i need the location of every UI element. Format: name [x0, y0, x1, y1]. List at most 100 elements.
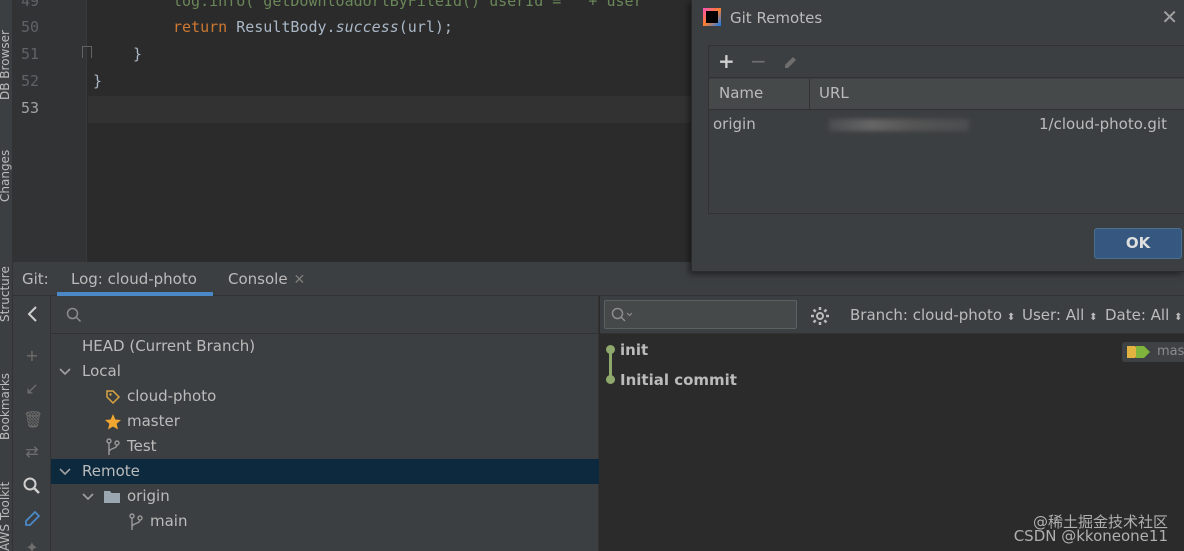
column-header-url[interactable]: URL [819, 84, 849, 102]
tree-item-head[interactable]: HEAD (Current Branch) [51, 334, 599, 359]
remotes-table-header: Name URL [709, 79, 1184, 110]
code-text: (url); [398, 18, 453, 36]
tree-item-label: Test [127, 437, 157, 455]
tree-item-branch[interactable]: master [51, 409, 599, 434]
method-name: success [335, 18, 399, 36]
commit-row[interactable]: init [600, 335, 1184, 365]
close-icon[interactable]: ✕ [1161, 5, 1178, 29]
delete-icon[interactable]: 🗑 [23, 411, 43, 429]
tree-item-label: Remote [82, 462, 140, 480]
edit-icon[interactable] [783, 54, 799, 70]
search-icon [66, 307, 82, 323]
changes-tab[interactable]: Changes [0, 150, 12, 202]
watermark: CSDN @kkoneone11 [1013, 527, 1168, 545]
branch-filter[interactable]: Branch: cloud-photo ⬍ [850, 306, 1015, 324]
tree-item-label: origin [127, 487, 170, 505]
add-icon[interactable]: + [718, 50, 735, 72]
user-filter-label: User: All [1022, 306, 1085, 324]
edit-icon[interactable] [23, 510, 41, 528]
line-number-gutter: 49 50 51 52 53 [13, 0, 87, 262]
tab-console[interactable]: Console ✕ [228, 270, 305, 288]
date-filter-label: Date: All [1105, 306, 1170, 324]
tool-window-strip: DB Browser Changes Structure Bookmarks A… [0, 0, 13, 551]
tag-icon [106, 390, 121, 405]
code-editor[interactable]: 49 50 51 52 53 log.info("getDownloadUrlB… [13, 0, 693, 262]
tree-node-remote[interactable]: Remote [51, 459, 599, 484]
line-number: 52 [21, 72, 40, 90]
search-icon [611, 307, 633, 322]
tree-item-label: Local [82, 362, 121, 380]
column-header-name[interactable]: Name [719, 84, 763, 102]
tab-console-label: Console [228, 270, 288, 288]
branch-actions-toolbar: + ↙ 🗑 ⇄ ✦ [13, 296, 51, 551]
code-line: log.info("getDownloadUrlByFileId() userI… [173, 0, 643, 10]
git-label: Git: [22, 270, 49, 288]
remotes-toolbar: + − [709, 46, 1184, 78]
tag-icon [1127, 346, 1150, 358]
search-icon[interactable] [23, 477, 41, 495]
branch-icon [106, 438, 120, 455]
remotes-table: + − Name URL origin 1/cloud-photo.git [708, 45, 1184, 214]
branch-filter-label: Branch: cloud-photo [850, 306, 1003, 324]
git-remotes-dialog: Git Remotes ✕ + − Name URL origin 1/clou… [691, 0, 1184, 272]
tree-item-label: main [150, 512, 188, 530]
tree-item-branch[interactable]: main [51, 509, 599, 534]
dropdown-arrows-icon: ⬍ [1089, 312, 1098, 323]
code-line: } [93, 72, 103, 90]
tree-item-branch[interactable]: cloud-photo [51, 384, 599, 409]
current-line-highlight [88, 96, 693, 123]
ok-button[interactable]: OK [1094, 228, 1182, 259]
remove-icon[interactable]: − [750, 50, 767, 72]
remote-row[interactable]: origin 1/cloud-photo.git [709, 110, 1184, 138]
remote-name: origin [713, 115, 756, 133]
gear-icon[interactable] [810, 306, 830, 326]
code-text: log.info("getDownloadUrlByFileId() userI… [173, 0, 643, 10]
tree-item-label: HEAD (Current Branch) [82, 337, 256, 355]
line-number: 49 [21, 0, 40, 10]
settings-icon[interactable]: ✦ [23, 539, 41, 551]
structure-tab[interactable]: Structure [0, 266, 12, 322]
compare-icon[interactable]: ⇄ [23, 443, 41, 461]
dropdown-arrows-icon: ⬍ [1174, 312, 1183, 323]
bookmarks-tab[interactable]: Bookmarks [0, 373, 12, 440]
code-line: return ResultBody.success(url); [173, 18, 453, 36]
db-browser-tab[interactable]: DB Browser [0, 30, 12, 100]
commit-row[interactable]: Initial commit [600, 365, 1184, 395]
dropdown-arrows-icon: ⬍ [1006, 312, 1016, 323]
line-number: 50 [21, 18, 40, 36]
branch-search-field[interactable] [51, 296, 599, 334]
remote-url-redacted [829, 110, 969, 138]
branch-ref-badge: mas [1122, 342, 1184, 362]
aws-toolkit-tab[interactable]: AWS Toolkit [0, 482, 12, 551]
chevron-down-icon[interactable] [59, 367, 71, 377]
fold-marker-icon[interactable] [82, 46, 92, 58]
collapse-panel-icon[interactable] [24, 305, 42, 323]
column-divider[interactable] [809, 79, 810, 110]
user-filter[interactable]: User: All ⬍ [1022, 306, 1098, 324]
commit-search-input[interactable] [604, 300, 797, 329]
folder-icon [104, 491, 120, 503]
chevron-down-icon[interactable] [82, 492, 94, 502]
line-number: 51 [21, 45, 40, 63]
tree-item-label: cloud-photo [127, 387, 217, 405]
branches-panel: HEAD (Current Branch) Local cloud-photo … [51, 296, 599, 551]
ref-label: mas [1157, 344, 1184, 359]
dialog-title: Git Remotes [730, 9, 823, 27]
commit-message: init [620, 341, 649, 359]
tree-item-branch[interactable]: Test [51, 434, 599, 459]
redacted-url-segment [829, 118, 969, 131]
checkout-icon[interactable]: ↙ [23, 380, 41, 398]
star-icon [105, 414, 121, 430]
intellij-logo-icon [703, 8, 721, 26]
tree-node-local[interactable]: Local [51, 359, 599, 384]
code-text: ResultBody. [236, 18, 336, 36]
commit-graph-edge [609, 352, 612, 380]
date-filter[interactable]: Date: All ⬍ [1105, 306, 1182, 324]
tab-log[interactable]: Log: cloud-photo [71, 270, 197, 288]
close-icon[interactable]: ✕ [294, 272, 306, 288]
tree-item-label: master [127, 412, 180, 430]
tree-node-origin[interactable]: origin [51, 484, 599, 509]
add-icon[interactable]: + [23, 347, 41, 365]
chevron-down-icon[interactable] [59, 467, 71, 477]
remote-url: 1/cloud-photo.git [1039, 115, 1167, 133]
